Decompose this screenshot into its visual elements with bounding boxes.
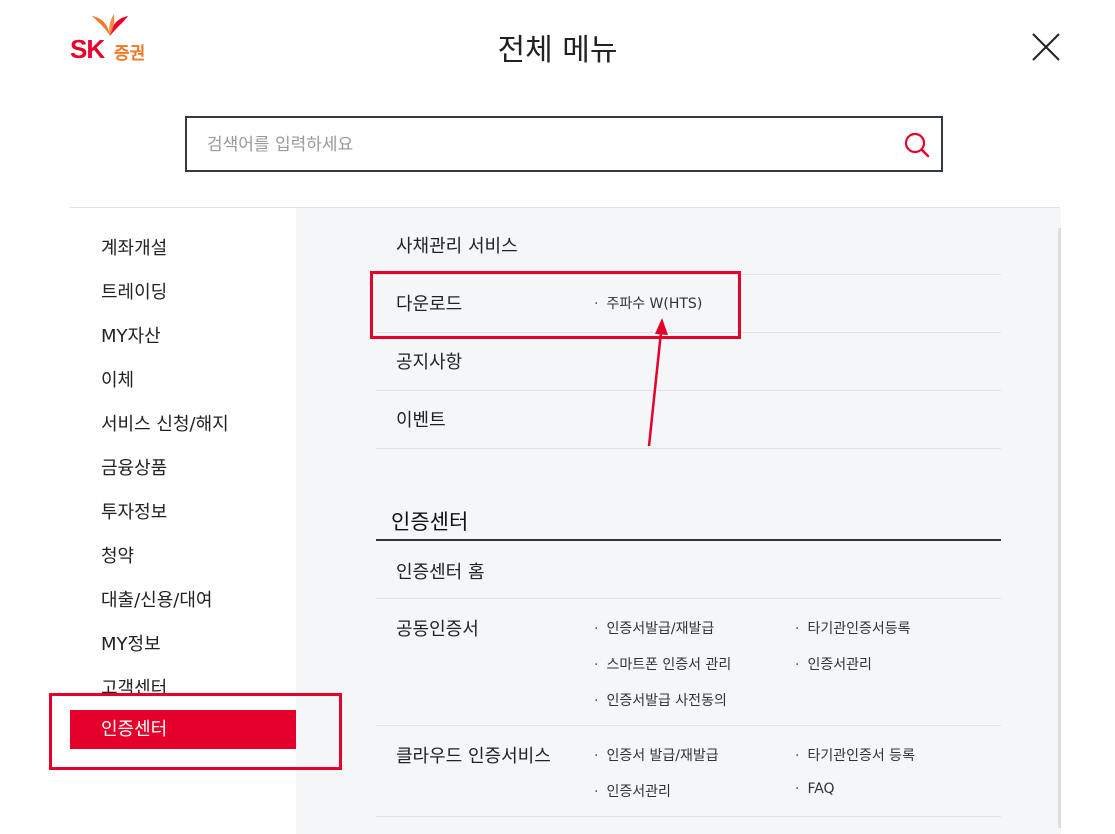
sub-link-faq[interactable]: FAQ — [795, 781, 834, 797]
nav-item-financial-products[interactable]: 금융상품 — [101, 454, 167, 480]
annotation-box-download — [370, 271, 741, 339]
search-box — [185, 116, 943, 172]
submenu-row: 클라우드 인증서비스 인증서 발급/재발급 타기관인증서 등록 인증서관리 FA… — [376, 726, 1001, 817]
nav-item-loan[interactable]: 대출/신용/대여 — [101, 586, 213, 612]
section-title: 인증센터 — [391, 510, 469, 534]
row-label-cert-home[interactable]: 인증센터 홈 — [396, 558, 485, 584]
row-label-event[interactable]: 이벤트 — [396, 406, 446, 432]
sub-link-cloud-other-register[interactable]: 타기관인증서 등록 — [795, 745, 915, 765]
submenu-row: 공동인증서 인증서발급/재발급 타기관인증서등록 스마트폰 인증서 관리 인증서… — [376, 599, 1001, 726]
submenu-row: 인증센터 홈 — [376, 541, 1001, 599]
sub-link-other-cert-register[interactable]: 타기관인증서등록 — [795, 618, 910, 638]
search-icon[interactable] — [903, 131, 931, 159]
nav-item-my-assets[interactable]: MY자산 — [101, 322, 161, 348]
sub-link-cert-preconsent[interactable]: 인증서발급 사전동의 — [594, 690, 726, 710]
nav-item-service-request[interactable]: 서비스 신청/해지 — [101, 410, 229, 436]
nav-item-my-info[interactable]: MY정보 — [101, 630, 161, 656]
nav-item-account-open[interactable]: 계좌개설 — [101, 234, 167, 260]
row-label-bond-service[interactable]: 사채관리 서비스 — [396, 232, 518, 258]
sub-link-smartphone-cert[interactable]: 스마트폰 인증서 관리 — [594, 654, 731, 674]
nav-item-investment-info[interactable]: 투자정보 — [101, 498, 167, 524]
search-input[interactable] — [205, 118, 859, 172]
nav-item-trading[interactable]: 트레이딩 — [101, 278, 167, 304]
page-title: 전체 메뉴 — [497, 33, 618, 68]
nav-item-subscription[interactable]: 청약 — [101, 542, 134, 568]
close-icon[interactable] — [1030, 31, 1062, 63]
row-label-joint-cert[interactable]: 공동인증서 — [396, 615, 479, 641]
nav-item-transfer[interactable]: 이체 — [101, 366, 134, 392]
sub-link-cloud-cert-manage[interactable]: 인증서관리 — [594, 781, 670, 801]
submenu-row: 이벤트 — [376, 391, 1001, 449]
sub-link-cloud-cert-issue[interactable]: 인증서 발급/재발급 — [594, 745, 718, 765]
panel-scrollbar[interactable] — [1058, 228, 1061, 828]
submenu-row: 사채관리 서비스 — [376, 208, 1001, 275]
sub-link-cert-manage[interactable]: 인증서관리 — [795, 654, 871, 674]
row-label-notice[interactable]: 공지사항 — [396, 348, 462, 374]
row-label-cloud-cert[interactable]: 클라우드 인증서비스 — [396, 742, 551, 768]
submenu-row: 공지사항 — [376, 333, 1001, 391]
sub-link-cert-issue[interactable]: 인증서발급/재발급 — [594, 618, 714, 638]
annotation-box-cert-center — [49, 693, 342, 770]
